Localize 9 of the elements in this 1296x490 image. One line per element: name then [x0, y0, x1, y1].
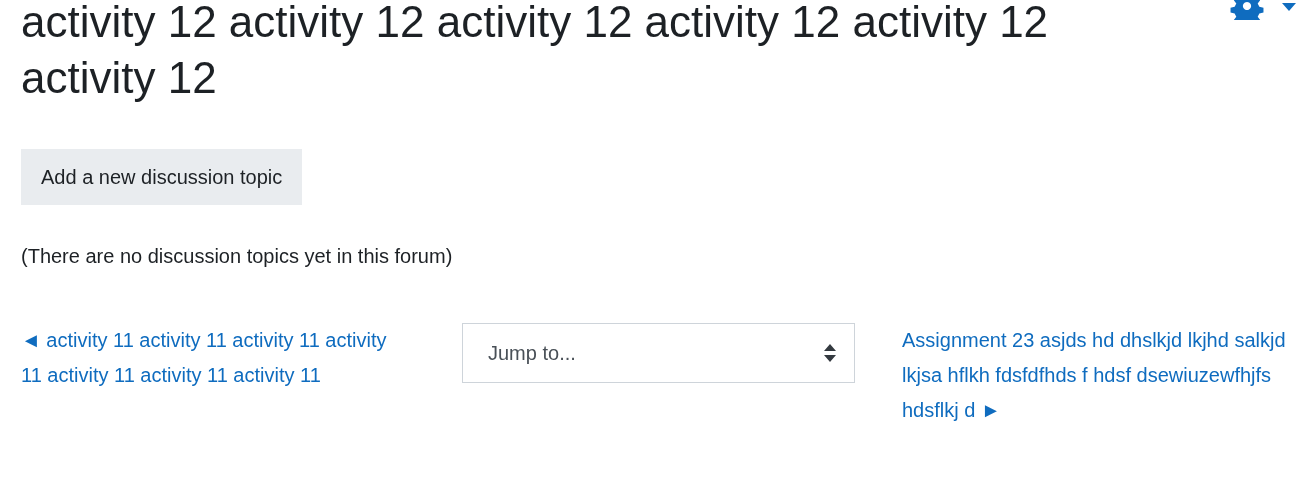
jump-select[interactable]: Jump to... [462, 323, 855, 383]
page-title: activity 12 activity 12 activity 12 activity 12 activity 12 activity 12 [21, 0, 1050, 104]
sort-icon [824, 344, 836, 362]
next-activity-link[interactable]: Assignment 23 asjds hd dhslkjd lkjhd salkjd lkjsa hflkh fdsfdfhds f hdsf dsewiuzewfhjfs hdsflkj d ► [902, 323, 1294, 428]
empty-message: (There are no discussion topics yet in this forum) [21, 244, 454, 269]
caret-icon[interactable] [1282, 3, 1296, 13]
previous-activity-link[interactable]: ◄ activity 11 activity 11 activity 11 activity 11 activity 11 activity 11 activity 11 [21, 323, 401, 393]
settings-icon[interactable] [1230, 0, 1264, 20]
add-discussion-button[interactable]: Add a new discussion topic [21, 149, 303, 205]
